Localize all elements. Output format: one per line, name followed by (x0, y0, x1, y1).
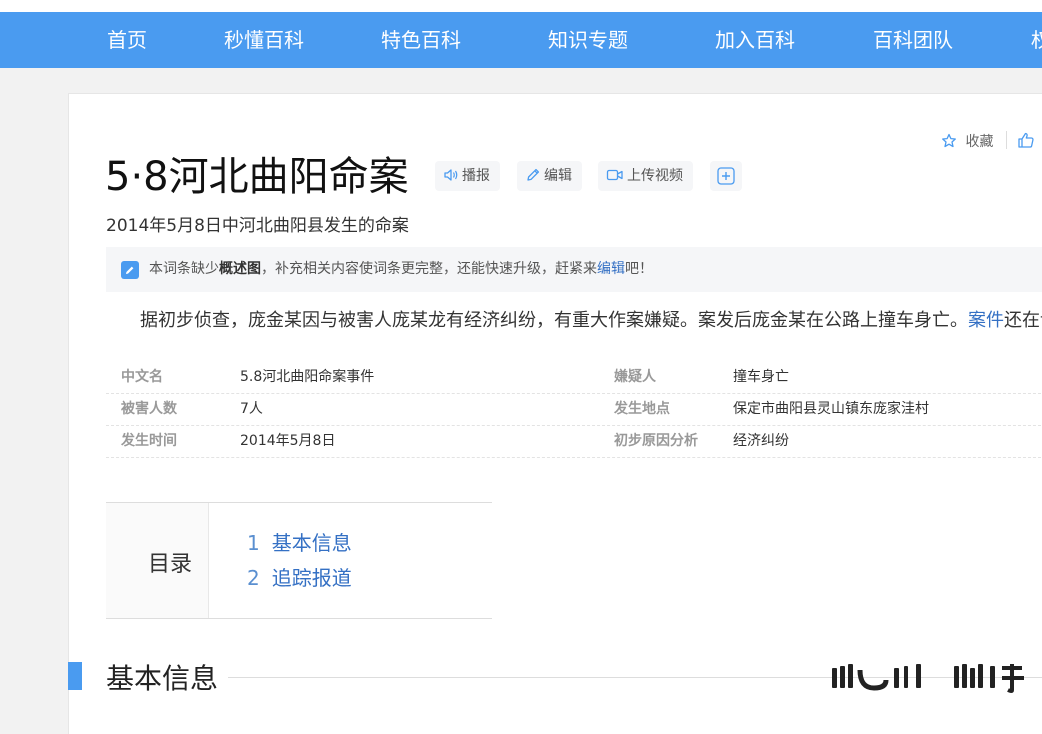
infobox-value: 经济纠纷 (733, 433, 789, 449)
nav-item-team[interactable]: 百科团队 (873, 12, 953, 68)
nav-item-featured[interactable]: 特色百科 (381, 12, 461, 68)
infobox-value: 撞车身亡 (733, 369, 789, 385)
add-button[interactable] (710, 161, 742, 191)
nav-item-home[interactable]: 首页 (107, 12, 147, 68)
summary-tail: 还在调查 (1004, 310, 1042, 331)
infobox-row: 发生时间 2014年5月8日 初步原因分析 经济纠纷 (106, 425, 1042, 458)
table-of-contents: 目录 1 基本信息 2 追踪报道 (106, 502, 492, 619)
infobox-label: 初步原因分析 (614, 433, 698, 449)
notice-edit-link[interactable]: 编辑 (597, 261, 625, 277)
toc-item[interactable]: 2 追踪报道 (247, 562, 352, 591)
summary-case-link[interactable]: 案件 (968, 310, 1004, 331)
thumbs-up-icon (1018, 132, 1034, 148)
edit-button[interactable]: 编辑 (517, 161, 582, 191)
like-button[interactable] (1017, 131, 1035, 153)
upload-video-label: 上传视频 (627, 168, 683, 184)
speaker-icon (444, 168, 458, 181)
notice-suffix: 吧！ (625, 261, 653, 277)
watermark-logo (832, 664, 1024, 693)
infobox-label: 发生地点 (614, 401, 670, 417)
summary-text: 据初步侦查，庞金某因与被害人庞某龙有经济纠纷，有重大作案嫌疑。案发后庞金某在公路… (140, 310, 968, 331)
infobox-label: 被害人数 (121, 401, 177, 417)
upload-video-button[interactable]: 上传视频 (598, 161, 693, 191)
toc-item-label: 追踪报道 (271, 566, 352, 590)
toc-header: 目录 (106, 503, 209, 618)
page-subtitle: 2014年5月8日中河北曲阳县发生的命案 (106, 216, 409, 236)
infobox-value: 保定市曲阳县灵山镇东庞家洼村 (733, 401, 929, 417)
top-nav: 首页 秒懂百科 特色百科 知识专题 加入百科 百科团队 权 (0, 12, 1042, 68)
plus-icon (717, 167, 735, 185)
nav-item-more[interactable]: 权 (1031, 12, 1042, 68)
play-label: 播报 (462, 168, 490, 184)
notice-middle: ，补充相关内容使词条更完整，还能快速升级，赶紧来 (261, 261, 597, 277)
section-title: 基本信息 (106, 662, 219, 695)
infobox-value: 5.8河北曲阳命案事件 (240, 369, 375, 385)
page-title: 5·8河北曲阳命案 (105, 154, 409, 200)
toc-item-number: 1 (247, 531, 260, 555)
infobox-value: 2014年5月8日 (240, 433, 336, 449)
infobox-row: 中文名 5.8河北曲阳命案事件 嫌疑人 撞车身亡 (106, 361, 1042, 394)
notice-prefix: 本词条缺少 (149, 261, 219, 277)
play-button[interactable]: 播报 (435, 161, 500, 191)
notice-bold: 概述图 (219, 261, 261, 277)
infobox-label: 嫌疑人 (614, 369, 656, 385)
notice-banner: 本词条缺少概述图，补充相关内容使词条更完整，还能快速升级，赶紧来编辑吧！ (106, 247, 1042, 292)
star-icon (942, 133, 956, 147)
divider (1006, 131, 1007, 149)
favorite-button[interactable]: 收藏 (941, 131, 993, 151)
toc-title: 目录 (148, 552, 193, 577)
edit-label: 编辑 (544, 168, 572, 184)
notice-text: 本词条缺少概述图，补充相关内容使词条更完整，还能快速升级，赶紧来编辑吧！ (149, 247, 653, 292)
favorite-label: 收藏 (965, 134, 994, 150)
infobox-label: 中文名 (121, 369, 163, 385)
nav-item-topics[interactable]: 知识专题 (548, 12, 628, 68)
edit-note-icon (121, 261, 139, 279)
toc-item[interactable]: 1 基本信息 (247, 527, 352, 556)
nav-item-miaodong[interactable]: 秒懂百科 (224, 12, 304, 68)
summary-paragraph: 据初步侦查，庞金某因与被害人庞某龙有经济纠纷，有重大作案嫌疑。案发后庞金某在公路… (140, 306, 1042, 336)
infobox-row: 被害人数 7人 发生地点 保定市曲阳县灵山镇东庞家洼村 (106, 393, 1042, 426)
infobox-value: 7人 (240, 401, 263, 417)
toc-item-label: 基本信息 (271, 531, 352, 555)
toc-item-number: 2 (247, 566, 260, 590)
video-camera-icon (606, 169, 623, 180)
infobox-label: 发生时间 (121, 433, 177, 449)
nav-item-join[interactable]: 加入百科 (715, 12, 795, 68)
top-strip (0, 0, 1042, 12)
pencil-icon (527, 168, 540, 181)
section-accent-bar (68, 662, 82, 690)
